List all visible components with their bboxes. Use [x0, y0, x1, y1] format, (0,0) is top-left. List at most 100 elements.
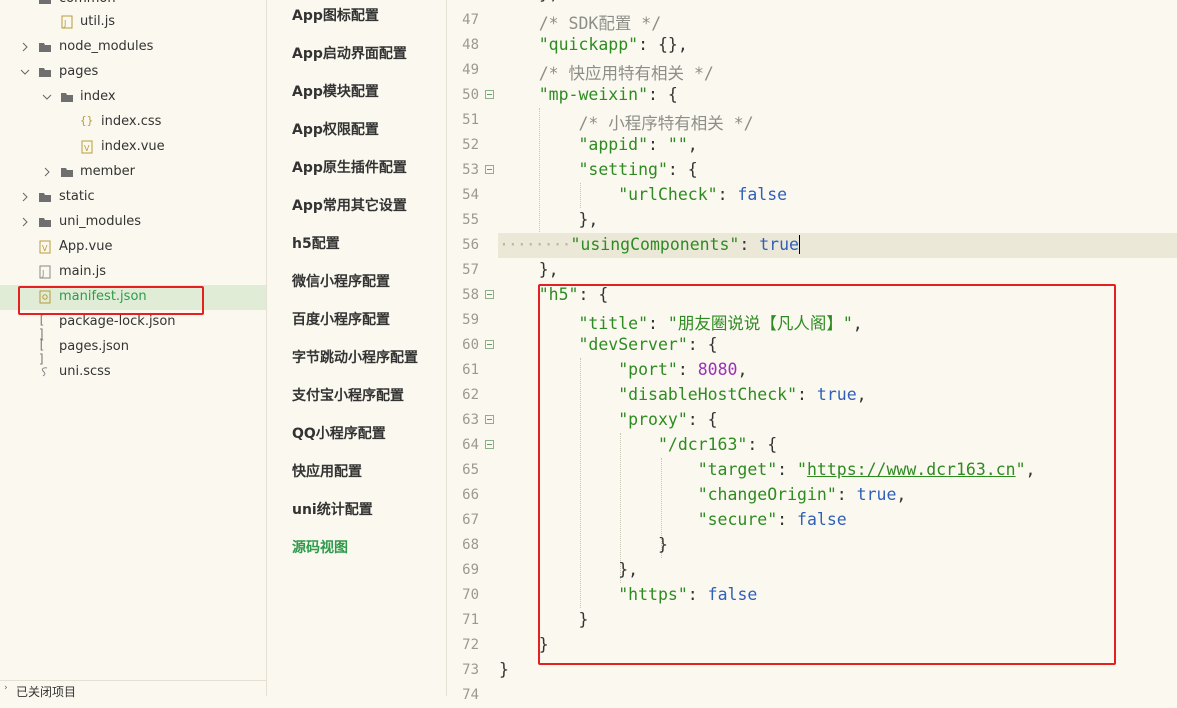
- line-number: 51: [462, 112, 479, 128]
- code-text: "mp-weixin": {: [538, 85, 678, 104]
- nav-app-native-plugins-config[interactable]: App原生插件配置: [292, 157, 407, 177]
- code-text: "setting": {: [578, 160, 698, 179]
- line-number: 59: [462, 312, 479, 328]
- tree-item-pages-json[interactable]: [ ] pages.json: [0, 335, 266, 366]
- line-number: 74: [462, 687, 479, 703]
- chevron-down-icon[interactable]: [20, 66, 30, 76]
- nav-app-splash-config[interactable]: App启动界面配置: [292, 43, 407, 63]
- code-line-62: 62 "disableHostCheck": true,: [447, 383, 1177, 408]
- line-number: 64: [462, 437, 479, 453]
- tree-item-pages[interactable]: pages: [0, 60, 266, 85]
- fold-toggle-icon[interactable]: [485, 90, 494, 99]
- nav-baidu-config[interactable]: 百度小程序配置: [292, 309, 390, 329]
- tree-item-node-modules[interactable]: node_modules: [0, 35, 266, 60]
- line-number: 60: [462, 337, 479, 353]
- code-line-68: 68 }: [447, 533, 1177, 558]
- comment: /* SDK配置 */: [538, 14, 662, 33]
- nav-app-icon-config[interactable]: App图标配置: [292, 5, 379, 25]
- code-text: },: [499, 260, 559, 279]
- nav-qq-config[interactable]: QQ小程序配置: [292, 423, 386, 443]
- code-line-46: },: [447, 0, 1177, 7]
- manifest-config-nav: App图标配置 App启动界面配置 App模块配置 App权限配置 App原生插…: [267, 0, 447, 696]
- css-file-icon: {}: [80, 114, 94, 127]
- code-text: }: [499, 535, 668, 554]
- chevron-right-icon[interactable]: [42, 166, 52, 177]
- tree-item-index-css[interactable]: {} index.css: [0, 110, 266, 135]
- line-number: 61: [462, 362, 479, 378]
- closed-projects-label: 已关闭项目: [16, 685, 77, 699]
- code-text: "disableHostCheck": true,: [618, 385, 867, 404]
- json-file-icon: [ ]: [38, 338, 46, 366]
- line-number: 62: [462, 387, 479, 403]
- chevron-right-icon[interactable]: [20, 41, 30, 52]
- chevron-right-icon[interactable]: [20, 191, 30, 202]
- tree-item-member[interactable]: member: [0, 160, 266, 185]
- line-number: 55: [462, 212, 479, 228]
- code-text: "proxy": {: [618, 410, 718, 429]
- code-text: "title": "朋友圈说说【凡人阁】",: [578, 314, 863, 333]
- vue-file-icon: V: [80, 140, 94, 154]
- line-number: 65: [462, 462, 479, 478]
- code-line-53: 53 "setting": {: [447, 158, 1177, 183]
- line-number: 69: [462, 562, 479, 578]
- tree-item-static[interactable]: static: [0, 185, 266, 210]
- code-line-57: 57 },: [447, 258, 1177, 283]
- code-text: "devServer": {: [578, 335, 718, 354]
- url-link[interactable]: https://www.dcr163.cn: [807, 460, 1016, 479]
- tree-item-index-vue[interactable]: V index.vue: [0, 135, 266, 160]
- code-line-71: 71 }: [447, 608, 1177, 633]
- code-line-49: 49 /* 快应用特有相关 */: [447, 58, 1177, 83]
- chevron-right-icon[interactable]: [20, 216, 30, 227]
- code-text: ········"usingComponents": true: [499, 235, 800, 254]
- code-line-72: 72 }: [447, 633, 1177, 658]
- code-text: "target": "https://www.dcr163.cn",: [697, 460, 1036, 479]
- code-line-54: 54 "urlCheck": false: [447, 183, 1177, 208]
- code-text: "quickapp": {},: [538, 35, 688, 54]
- nav-app-other-settings[interactable]: App常用其它设置: [292, 195, 407, 215]
- code-line-47: 47 /* SDK配置 */: [447, 8, 1177, 33]
- fold-toggle-icon[interactable]: [485, 415, 494, 424]
- svg-text:J: J: [41, 269, 44, 278]
- nav-app-modules-config[interactable]: App模块配置: [292, 81, 379, 101]
- nav-source-view[interactable]: 源码视图: [292, 537, 348, 557]
- nav-app-permissions-config[interactable]: App权限配置: [292, 119, 379, 139]
- line-number: 67: [462, 512, 479, 528]
- nav-weixin-config[interactable]: 微信小程序配置: [292, 271, 390, 291]
- code-line-48: 48 "quickapp": {},: [447, 33, 1177, 58]
- code-line-60: 60 "devServer": {: [447, 333, 1177, 358]
- tree-item-index[interactable]: index: [0, 85, 266, 110]
- fold-toggle-icon[interactable]: [485, 340, 494, 349]
- tree-item-util-js[interactable]: J util.js: [0, 10, 266, 35]
- fold-toggle-icon[interactable]: [485, 290, 494, 299]
- nav-uni-stat-config[interactable]: uni统计配置: [292, 499, 373, 519]
- tree-item-app-vue[interactable]: V App.vue: [0, 235, 266, 260]
- nav-h5-config[interactable]: h5配置: [292, 233, 340, 253]
- code-text: "port": 8080,: [618, 360, 748, 379]
- fold-toggle-icon[interactable]: [485, 440, 494, 449]
- line-number: 72: [462, 637, 479, 653]
- code-text: "urlCheck": false: [618, 185, 788, 204]
- tree-item-uni-modules[interactable]: uni_modules: [0, 210, 266, 235]
- code-line-66: 66 "changeOrigin": true,: [447, 483, 1177, 508]
- fold-toggle-icon[interactable]: [485, 165, 494, 174]
- code-text: }: [499, 660, 509, 679]
- code-editor[interactable]: }, 47 /* SDK配置 */ 48 "quickapp": {}, 49 …: [447, 0, 1177, 703]
- code-text: /* 快应用特有相关 */: [499, 60, 714, 84]
- tree-item-main-js[interactable]: J main.js: [0, 260, 266, 285]
- code-line-67: 67 "secure": false: [447, 508, 1177, 533]
- line-number: 66: [462, 487, 479, 503]
- nav-quickapp-config[interactable]: 快应用配置: [292, 461, 362, 481]
- code-line-73: 73}: [447, 658, 1177, 683]
- code-line-56: 56 ········"usingComponents": true: [447, 233, 1177, 258]
- code-text: /* SDK配置 */: [499, 10, 661, 34]
- closed-projects-bar[interactable]: › 已关闭项目: [0, 680, 266, 699]
- highlight-box-manifest: [18, 286, 204, 315]
- comment: /* 小程序特有相关 */: [578, 114, 754, 133]
- code-text: },: [499, 210, 599, 229]
- chevron-down-icon[interactable]: [42, 91, 52, 101]
- line-number: 68: [462, 537, 479, 553]
- nav-alipay-config[interactable]: 支付宝小程序配置: [292, 385, 404, 405]
- line-number: 47: [462, 12, 479, 28]
- nav-toutiao-config[interactable]: 字节跳动小程序配置: [292, 347, 418, 367]
- tree-item-uni-scss[interactable]: uni.scss: [0, 360, 266, 385]
